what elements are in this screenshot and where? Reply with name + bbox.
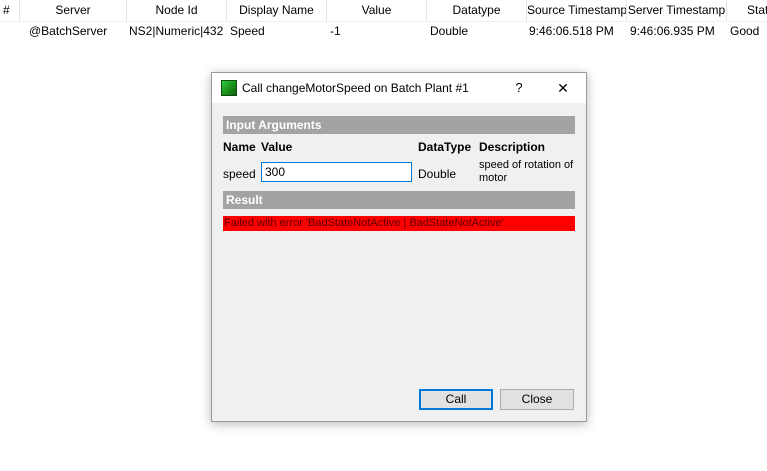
cell-display-name: Speed (230, 24, 265, 38)
green-square-icon (221, 80, 237, 96)
call-button[interactable]: Call (419, 389, 493, 410)
column-header-value[interactable]: Value (327, 0, 427, 21)
column-header-source-timestamp[interactable]: Source Timestamp (527, 0, 627, 21)
table-row[interactable]: @BatchServer NS2|Numeric|432 Speed -1 Do… (0, 21, 767, 42)
column-description-label: Description (479, 140, 546, 154)
close-button[interactable]: Close (500, 389, 574, 410)
column-header-index[interactable]: # (0, 0, 20, 21)
speed-value-input[interactable] (261, 162, 412, 182)
cell-datatype: Double (430, 24, 469, 38)
close-icon[interactable]: ✕ (552, 73, 574, 103)
column-datatype-label: DataType (418, 140, 472, 154)
help-icon[interactable]: ? (508, 73, 530, 103)
argument-datatype: Double (418, 167, 457, 181)
dialog-title: Call changeMotorSpeed on Batch Plant #1 (242, 81, 469, 95)
cell-value: -1 (330, 24, 341, 38)
dialog-titlebar[interactable]: Call changeMotorSpeed on Batch Plant #1 … (212, 73, 586, 103)
column-header-datatype[interactable]: Datatype (427, 0, 527, 21)
column-name-label: Name (223, 140, 256, 154)
cell-status: Good (730, 24, 760, 38)
column-header-server-timestamp[interactable]: Server Timestamp (627, 0, 727, 21)
argument-name: speed (223, 167, 256, 181)
input-arguments-header: Input Arguments (223, 116, 575, 134)
argument-description: speed of rotation of motor (479, 159, 574, 184)
column-header-node-id[interactable]: Node Id (127, 0, 227, 21)
column-header-status[interactable]: Status (727, 0, 767, 21)
cell-server: @BatchServer (29, 24, 108, 38)
cell-node-id: NS2|Numeric|432 (129, 24, 223, 38)
column-header-server[interactable]: Server (20, 0, 127, 21)
cell-source-timestamp: 9:46:06.518 PM (529, 24, 614, 38)
call-method-dialog: Call changeMotorSpeed on Batch Plant #1 … (211, 72, 587, 422)
column-value-label: Value (261, 140, 293, 154)
result-header: Result (223, 191, 575, 209)
result-error-message: Failed with error 'BadStateNotActive | B… (223, 216, 575, 231)
cell-server-timestamp: 9:46:06.935 PM (630, 24, 715, 38)
table-header: # Server Node Id Display Name Value Data… (0, 0, 767, 22)
column-header-display-name[interactable]: Display Name (227, 0, 327, 21)
